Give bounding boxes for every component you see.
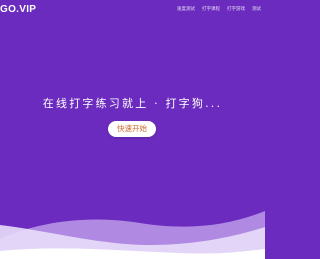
top-nav: 速度测试 打字课程 打字游戏 测试 — [177, 6, 261, 12]
nav-item-typing-course[interactable]: 打字课程 — [202, 6, 220, 12]
nav-item-test[interactable]: 测试 — [252, 6, 261, 12]
page: GO.VIP 速度测试 打字课程 打字游戏 测试 在线打字练习就上 · 打字狗.… — [0, 0, 265, 259]
decorative-waves — [0, 211, 265, 259]
quick-start-button[interactable]: 快速开始 — [108, 121, 156, 137]
nav-item-speed-test[interactable]: 速度测试 — [177, 6, 195, 12]
nav-item-typing-game[interactable]: 打字游戏 — [227, 6, 245, 12]
hero-title: 在线打字练习就上 · 打字狗... — [42, 97, 223, 110]
site-logo[interactable]: GO.VIP — [0, 4, 36, 15]
